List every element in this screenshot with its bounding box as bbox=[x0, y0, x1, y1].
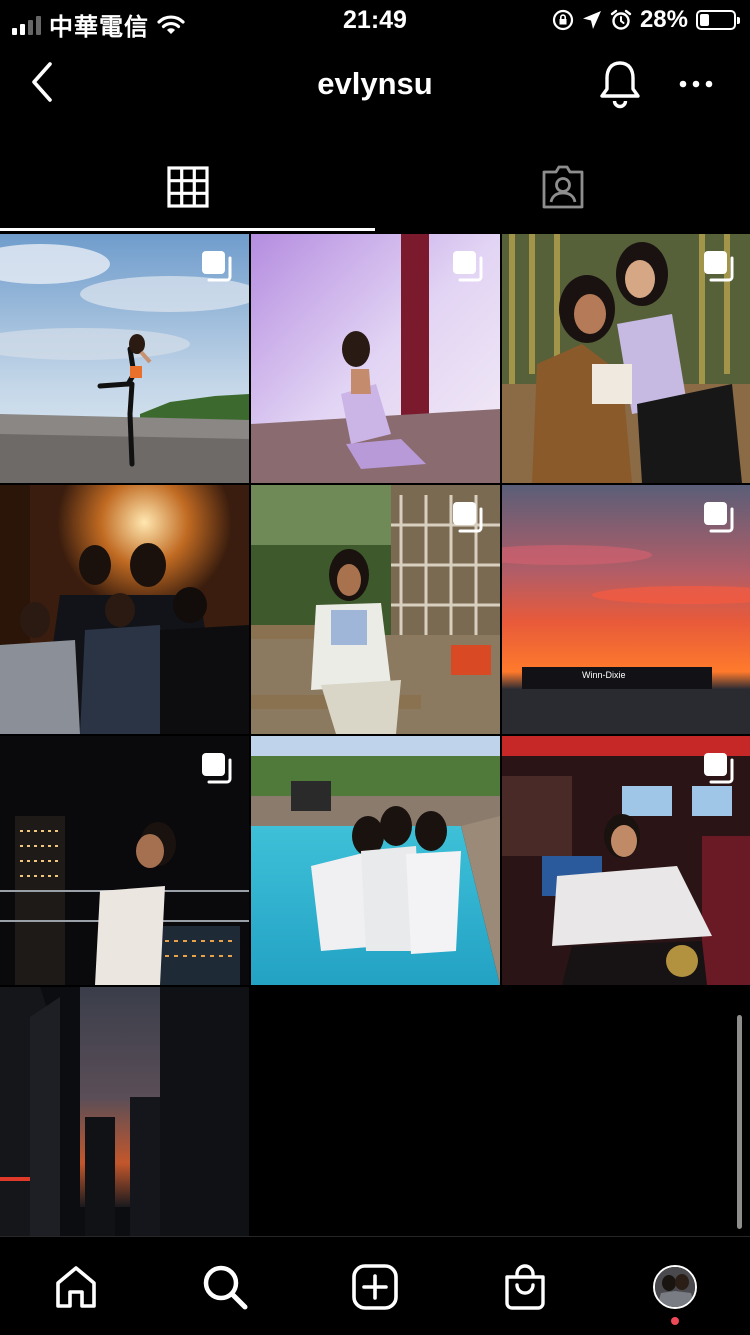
store-sign-text: Winn-Dixie bbox=[582, 670, 626, 680]
nav-search[interactable] bbox=[199, 1261, 251, 1313]
post-thumbnail[interactable] bbox=[251, 234, 500, 483]
alarm-icon bbox=[610, 9, 632, 30]
post-thumbnail[interactable] bbox=[251, 485, 500, 734]
profile-tabs bbox=[0, 140, 750, 234]
bell-icon[interactable] bbox=[596, 58, 644, 110]
notification-dot bbox=[671, 1317, 679, 1325]
post-thumbnail[interactable] bbox=[0, 987, 249, 1236]
location-arrow-icon bbox=[582, 11, 601, 29]
profile-avatar bbox=[653, 1265, 697, 1309]
plus-square-icon bbox=[352, 1264, 398, 1310]
post-thumbnail[interactable] bbox=[0, 485, 249, 734]
profile-header: evlynsu bbox=[0, 44, 750, 124]
nav-home[interactable] bbox=[50, 1261, 102, 1313]
more-icon[interactable] bbox=[676, 72, 716, 96]
grid-icon bbox=[166, 166, 209, 208]
multiple-photos-icon bbox=[704, 753, 734, 784]
post-thumbnail[interactable] bbox=[0, 736, 249, 985]
search-icon bbox=[203, 1265, 248, 1310]
multiple-photos-icon bbox=[704, 502, 734, 533]
post-image bbox=[0, 485, 249, 734]
nav-shop[interactable] bbox=[499, 1261, 551, 1313]
nav-new-post[interactable] bbox=[349, 1261, 401, 1313]
home-icon bbox=[56, 1266, 96, 1308]
nav-profile[interactable] bbox=[649, 1261, 701, 1313]
post-thumbnail[interactable] bbox=[0, 234, 249, 483]
active-tab-indicator bbox=[0, 228, 375, 231]
multiple-photos-icon bbox=[453, 251, 483, 282]
status-bar: 中華電信 21:49 28% bbox=[0, 0, 750, 44]
battery-percent: 28% bbox=[639, 6, 688, 33]
tab-tagged[interactable] bbox=[375, 140, 750, 234]
multiple-photos-icon bbox=[453, 502, 483, 533]
bottom-navigation bbox=[0, 1236, 750, 1335]
multiple-photos-icon bbox=[704, 251, 734, 282]
post-thumbnail[interactable]: Winn-Dixie bbox=[502, 485, 750, 734]
battery-icon bbox=[696, 10, 740, 30]
multiple-photos-icon bbox=[202, 753, 232, 784]
post-thumbnail[interactable] bbox=[502, 736, 750, 985]
orientation-lock-icon bbox=[552, 9, 574, 31]
tab-posts-grid[interactable] bbox=[0, 140, 375, 234]
post-image bbox=[251, 736, 500, 985]
post-image bbox=[0, 987, 249, 1236]
post-thumbnail[interactable] bbox=[251, 736, 500, 985]
multiple-photos-icon bbox=[202, 251, 232, 282]
tagged-person-icon bbox=[542, 165, 583, 209]
post-thumbnail[interactable] bbox=[502, 234, 750, 483]
scrollbar[interactable] bbox=[737, 1015, 742, 1229]
shopping-bag-icon bbox=[505, 1264, 545, 1310]
